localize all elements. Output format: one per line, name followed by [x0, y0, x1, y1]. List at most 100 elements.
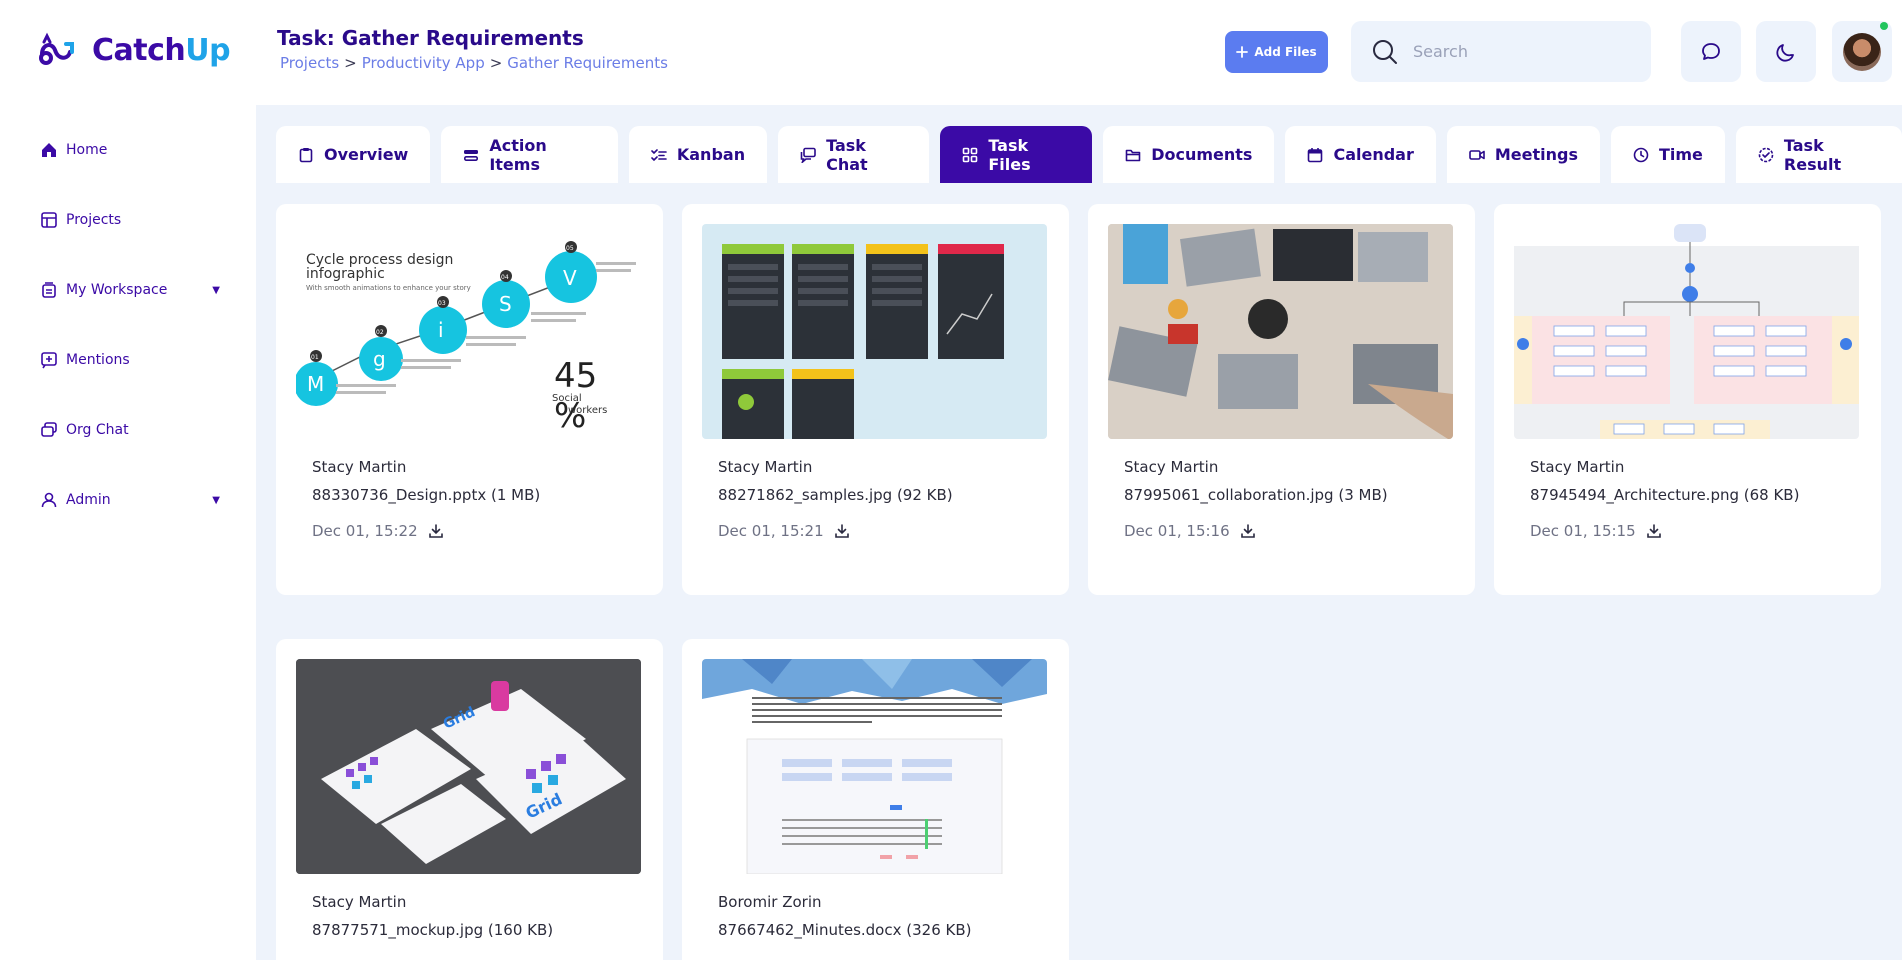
tab-kanban[interactable]: Kanban	[628, 126, 768, 183]
download-icon[interactable]	[428, 523, 444, 539]
file-thumbnail[interactable]: Grid Grid	[296, 659, 641, 874]
checklist-icon	[651, 148, 667, 161]
breadcrumb-separator: >	[489, 54, 503, 72]
sidebar: Home Projects My Workspace ▼ Mentions Or…	[0, 105, 256, 960]
task-tabs: Overview Action Items Kanban Task Chat T…	[276, 126, 1902, 183]
org-chat-icon	[41, 422, 57, 437]
breadcrumb-productivity-app[interactable]: Productivity App	[362, 54, 485, 72]
file-name[interactable]: 88330736_Design.pptx (1 MB)	[312, 486, 540, 504]
file-card[interactable]: Cycle process design infographic With sm…	[276, 204, 663, 595]
thumb-text: With smooth animations to enhance your s…	[306, 284, 471, 292]
moon-icon	[1776, 43, 1794, 62]
file-thumbnail[interactable]: Cycle process design infographic With sm…	[296, 224, 641, 439]
sidebar-item-label: Home	[66, 142, 108, 158]
tab-label: Time	[1658, 145, 1703, 164]
tab-label: Kanban	[676, 145, 746, 164]
tab-label: Overview	[324, 145, 409, 164]
breadcrumb-separator: >	[344, 54, 357, 72]
logo-text: CatchUp	[92, 32, 231, 68]
tab-label: Task Chat	[826, 135, 868, 174]
chevron-down-icon[interactable]: ▼	[212, 285, 220, 296]
thumb-text: 01	[311, 354, 319, 361]
thumb-text: 03	[438, 300, 446, 307]
file-uploader: Stacy Martin	[1530, 458, 1625, 476]
tab-task-files[interactable]: Task Files	[940, 126, 1093, 183]
sidebar-item-home[interactable]: Home	[40, 141, 220, 159]
mentions-icon	[41, 352, 57, 369]
chat-bubble-icon	[1702, 42, 1720, 60]
file-card[interactable]: Boromir Zorin 87667462_Minutes.docx (326…	[682, 639, 1069, 960]
chevron-down-icon[interactable]: ▼	[212, 495, 220, 506]
main-content: Overview Action Items Kanban Task Chat T…	[256, 105, 1902, 960]
file-name[interactable]: 87877571_mockup.jpg (160 KB)	[312, 921, 553, 939]
home-icon	[42, 143, 56, 157]
file-card[interactable]: Stacy Martin 88271862_samples.jpg (92 KB…	[682, 204, 1069, 595]
user-avatar-button[interactable]	[1832, 21, 1892, 82]
search-input[interactable]: Search	[1351, 21, 1651, 82]
dark-mode-toggle[interactable]	[1756, 21, 1816, 82]
file-meta: Dec 01, 15:21	[718, 522, 850, 540]
plus-icon	[1236, 46, 1249, 58]
download-icon[interactable]	[834, 523, 850, 539]
tab-time[interactable]: Time	[1610, 126, 1725, 183]
search-placeholder: Search	[1413, 42, 1468, 61]
calendar-icon	[1308, 147, 1323, 162]
breadcrumb-projects[interactable]: Projects	[280, 54, 339, 72]
tab-label: Calendar	[1333, 145, 1414, 164]
thumb-text: g	[373, 347, 386, 371]
sidebar-item-mentions[interactable]: Mentions	[40, 351, 220, 369]
tab-documents[interactable]: Documents	[1103, 126, 1275, 183]
tab-task-chat[interactable]: Task Chat	[778, 126, 930, 183]
add-files-label: Add Files	[1254, 45, 1317, 59]
download-icon[interactable]	[1240, 523, 1256, 539]
sidebar-item-my-workspace[interactable]: My Workspace ▼	[40, 281, 220, 299]
tab-label: Documents	[1151, 145, 1253, 164]
thumb-text: i	[438, 318, 444, 342]
file-card[interactable]: Grid Grid Stacy Martin 87877571_mockup.j…	[276, 639, 663, 960]
thumb-text: S	[499, 292, 512, 316]
file-name[interactable]: 87667462_Minutes.docx (326 KB)	[718, 921, 971, 939]
file-card[interactable]: Stacy Martin 87945494_Architecture.png (…	[1494, 204, 1881, 595]
sidebar-item-org-chat[interactable]: Org Chat	[40, 421, 220, 439]
chat-icon	[800, 147, 816, 163]
projects-icon	[41, 212, 57, 228]
file-date: Dec 01, 15:21	[718, 522, 824, 540]
breadcrumb-gather-requirements[interactable]: Gather Requirements	[507, 54, 668, 72]
action-items-icon	[464, 149, 479, 161]
video-icon	[1469, 149, 1485, 160]
app-logo[interactable]: CatchUp	[36, 30, 231, 70]
file-thumbnail[interactable]	[702, 224, 1047, 439]
file-name[interactable]: 88271862_samples.jpg (92 KB)	[718, 486, 953, 504]
tab-calendar[interactable]: Calendar	[1285, 126, 1436, 183]
file-name[interactable]: 87995061_collaboration.jpg (3 MB)	[1124, 486, 1388, 504]
sidebar-item-projects[interactable]: Projects	[40, 211, 220, 229]
workspace-icon	[42, 282, 56, 298]
file-meta: Dec 01, 15:22	[312, 522, 444, 540]
page-title: Task: Gather Requirements	[277, 26, 584, 50]
breadcrumb: Projects > Productivity App > Gather Require…	[280, 54, 668, 72]
file-thumbnail[interactable]	[1108, 224, 1453, 439]
avatar	[1843, 32, 1881, 71]
download-icon[interactable]	[1646, 523, 1662, 539]
file-uploader: Stacy Martin	[312, 893, 407, 911]
sidebar-item-admin[interactable]: Admin ▼	[40, 491, 220, 509]
mockup-photo-image: Grid Grid	[296, 659, 641, 874]
messages-button[interactable]	[1681, 21, 1741, 82]
file-thumbnail[interactable]	[702, 659, 1047, 874]
sidebar-item-label: My Workspace	[66, 282, 168, 298]
tab-meetings[interactable]: Meetings	[1446, 126, 1600, 183]
sidebar-item-label: Org Chat	[66, 422, 129, 438]
tab-task-result[interactable]: Task Result	[1735, 126, 1902, 183]
file-thumbnail[interactable]	[1514, 224, 1859, 439]
file-date: Dec 01, 15:22	[312, 522, 418, 540]
file-meta: Dec 01, 15:16	[1124, 522, 1256, 540]
file-card[interactable]: Stacy Martin 87995061_collaboration.jpg …	[1088, 204, 1475, 595]
add-files-button[interactable]: Add Files	[1225, 31, 1328, 73]
search-icon	[1373, 39, 1397, 64]
infographic-preview-image: Cycle process design infographic With sm…	[296, 241, 636, 436]
tab-overview[interactable]: Overview	[276, 126, 431, 183]
thumb-text: 04	[501, 274, 509, 281]
tab-action-items[interactable]: Action Items	[441, 126, 618, 183]
document-preview-image	[702, 659, 1047, 874]
file-name[interactable]: 87945494_Architecture.png (68 KB)	[1530, 486, 1799, 504]
